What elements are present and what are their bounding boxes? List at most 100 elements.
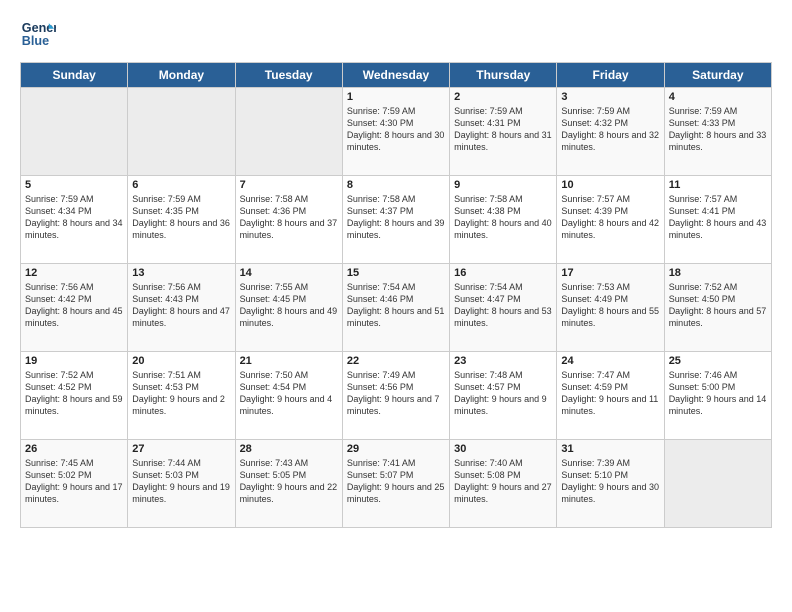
svg-text:Blue: Blue xyxy=(22,34,49,48)
day-number: 26 xyxy=(25,443,123,455)
calendar-cell: 6 Sunrise: 7:59 AMSunset: 4:35 PMDaylight… xyxy=(128,176,235,264)
calendar-cell: 19 Sunrise: 7:52 AMSunset: 4:52 PMDayligh… xyxy=(21,352,128,440)
calendar-cell: 10 Sunrise: 7:57 AMSunset: 4:39 PMDayligh… xyxy=(557,176,664,264)
calendar-cell: 7Sunrise: 7:58 AMSunset: 4:36 PMDaylight… xyxy=(235,176,342,264)
day-number: 13 xyxy=(132,267,230,279)
calendar-cell: 9 Sunrise: 7:58 AMSunset: 4:38 PMDaylight… xyxy=(450,176,557,264)
cell-content: Sunrise: 7:59 AMSunset: 4:32 PMDaylight:… xyxy=(561,105,659,154)
calendar-cell: 2 Sunrise: 7:59 AMSunset: 4:31 PMDaylight… xyxy=(450,88,557,176)
cell-content: Sunrise: 7:44 AMSunset: 5:03 PMDaylight:… xyxy=(132,457,230,506)
day-number: 25 xyxy=(669,355,767,367)
cell-content: Sunrise: 7:40 AMSunset: 5:08 PMDaylight:… xyxy=(454,457,552,506)
day-number: 16 xyxy=(454,267,552,279)
calendar-cell: 27 Sunrise: 7:44 AMSunset: 5:03 PMDayligh… xyxy=(128,440,235,528)
calendar-cell: 15Sunrise: 7:54 AMSunset: 4:46 PMDayligh… xyxy=(342,264,449,352)
cell-content: Sunrise: 7:45 AMSunset: 5:02 PMDaylight:… xyxy=(25,457,123,506)
day-number: 6 xyxy=(132,179,230,191)
calendar-cell: 13Sunrise: 7:56 AMSunset: 4:43 PMDayligh… xyxy=(128,264,235,352)
day-number: 1 xyxy=(347,91,445,103)
day-number: 30 xyxy=(454,443,552,455)
cell-content: Sunrise: 7:59 AMSunset: 4:30 PMDaylight:… xyxy=(347,105,445,154)
cell-content: Sunrise: 7:52 AMSunset: 4:50 PMDaylight:… xyxy=(669,281,767,330)
day-number: 17 xyxy=(561,267,659,279)
day-number: 12 xyxy=(25,267,123,279)
cell-content: Sunrise: 7:57 AMSunset: 4:41 PMDaylight:… xyxy=(669,193,767,242)
calendar-cell: 12 Sunrise: 7:56 AMSunset: 4:42 PMDayligh… xyxy=(21,264,128,352)
col-header-saturday: Saturday xyxy=(664,63,771,88)
calendar-cell: 26 Sunrise: 7:45 AMSunset: 5:02 PMDayligh… xyxy=(21,440,128,528)
cell-content: Sunrise: 7:53 AMSunset: 4:49 PMDaylight:… xyxy=(561,281,659,330)
calendar-cell: 11 Sunrise: 7:57 AMSunset: 4:41 PMDayligh… xyxy=(664,176,771,264)
cell-content: Sunrise: 7:59 AMSunset: 4:34 PMDaylight:… xyxy=(25,193,123,242)
calendar-week-4: 19 Sunrise: 7:52 AMSunset: 4:52 PMDayligh… xyxy=(21,352,772,440)
col-header-sunday: Sunday xyxy=(21,63,128,88)
day-number: 27 xyxy=(132,443,230,455)
calendar-cell xyxy=(235,88,342,176)
cell-content: Sunrise: 7:54 AMSunset: 4:47 PMDaylight:… xyxy=(454,281,552,330)
calendar-cell: 30 Sunrise: 7:40 AMSunset: 5:08 PMDayligh… xyxy=(450,440,557,528)
calendar-cell: 25 Sunrise: 7:46 AMSunset: 5:00 PMDayligh… xyxy=(664,352,771,440)
day-number: 20 xyxy=(132,355,230,367)
col-header-wednesday: Wednesday xyxy=(342,63,449,88)
calendar-cell: 14Sunrise: 7:55 AMSunset: 4:45 PMDayligh… xyxy=(235,264,342,352)
day-number: 4 xyxy=(669,91,767,103)
day-number: 2 xyxy=(454,91,552,103)
calendar-cell: 8 Sunrise: 7:58 AMSunset: 4:37 PMDaylight… xyxy=(342,176,449,264)
day-number: 5 xyxy=(25,179,123,191)
day-number: 11 xyxy=(669,179,767,191)
day-number: 10 xyxy=(561,179,659,191)
day-number: 22 xyxy=(347,355,445,367)
day-number: 21 xyxy=(240,355,338,367)
day-number: 28 xyxy=(240,443,338,455)
day-number: 9 xyxy=(454,179,552,191)
cell-content: Sunrise: 7:56 AMSunset: 4:42 PMDaylight:… xyxy=(25,281,123,330)
cell-content: Sunrise: 7:41 AMSunset: 5:07 PMDaylight:… xyxy=(347,457,445,506)
calendar-table: SundayMondayTuesdayWednesdayThursdayFrid… xyxy=(20,62,772,528)
calendar-cell: 3 Sunrise: 7:59 AMSunset: 4:32 PMDaylight… xyxy=(557,88,664,176)
cell-content: Sunrise: 7:46 AMSunset: 5:00 PMDaylight:… xyxy=(669,369,767,418)
calendar-cell: 29Sunrise: 7:41 AMSunset: 5:07 PMDayligh… xyxy=(342,440,449,528)
cell-content: Sunrise: 7:52 AMSunset: 4:52 PMDaylight:… xyxy=(25,369,123,418)
cell-content: Sunrise: 7:58 AMSunset: 4:37 PMDaylight:… xyxy=(347,193,445,242)
cell-content: Sunrise: 7:59 AMSunset: 4:35 PMDaylight:… xyxy=(132,193,230,242)
col-header-thursday: Thursday xyxy=(450,63,557,88)
calendar-week-5: 26 Sunrise: 7:45 AMSunset: 5:02 PMDayligh… xyxy=(21,440,772,528)
calendar-cell: 21 Sunrise: 7:50 AMSunset: 4:54 PMDayligh… xyxy=(235,352,342,440)
cell-content: Sunrise: 7:43 AMSunset: 5:05 PMDaylight:… xyxy=(240,457,338,506)
cell-content: Sunrise: 7:50 AMSunset: 4:54 PMDaylight:… xyxy=(240,369,338,418)
day-number: 23 xyxy=(454,355,552,367)
calendar-cell: 4Sunrise: 7:59 AMSunset: 4:33 PMDaylight… xyxy=(664,88,771,176)
calendar-cell: 5 Sunrise: 7:59 AMSunset: 4:34 PMDaylight… xyxy=(21,176,128,264)
cell-content: Sunrise: 7:58 AMSunset: 4:36 PMDaylight:… xyxy=(240,193,338,242)
calendar-cell: 1 Sunrise: 7:59 AMSunset: 4:30 PMDaylight… xyxy=(342,88,449,176)
day-number: 14 xyxy=(240,267,338,279)
calendar-cell xyxy=(21,88,128,176)
cell-content: Sunrise: 7:49 AMSunset: 4:56 PMDaylight:… xyxy=(347,369,445,418)
cell-content: Sunrise: 7:57 AMSunset: 4:39 PMDaylight:… xyxy=(561,193,659,242)
calendar-cell: 31 Sunrise: 7:39 AMSunset: 5:10 PMDayligh… xyxy=(557,440,664,528)
header: General Blue xyxy=(20,16,772,52)
day-number: 19 xyxy=(25,355,123,367)
cell-content: Sunrise: 7:59 AMSunset: 4:31 PMDaylight:… xyxy=(454,105,552,154)
calendar-cell: 18 Sunrise: 7:52 AMSunset: 4:50 PMDayligh… xyxy=(664,264,771,352)
calendar-cell: 28 Sunrise: 7:43 AMSunset: 5:05 PMDayligh… xyxy=(235,440,342,528)
day-number: 31 xyxy=(561,443,659,455)
day-number: 3 xyxy=(561,91,659,103)
calendar-cell: 23 Sunrise: 7:48 AMSunset: 4:57 PMDayligh… xyxy=(450,352,557,440)
calendar-cell: 20Sunrise: 7:51 AMSunset: 4:53 PMDayligh… xyxy=(128,352,235,440)
col-header-tuesday: Tuesday xyxy=(235,63,342,88)
calendar-cell xyxy=(664,440,771,528)
cell-content: Sunrise: 7:39 AMSunset: 5:10 PMDaylight:… xyxy=(561,457,659,506)
col-header-monday: Monday xyxy=(128,63,235,88)
day-number: 8 xyxy=(347,179,445,191)
day-number: 15 xyxy=(347,267,445,279)
logo: General Blue xyxy=(20,16,56,52)
col-header-friday: Friday xyxy=(557,63,664,88)
cell-content: Sunrise: 7:58 AMSunset: 4:38 PMDaylight:… xyxy=(454,193,552,242)
day-number: 18 xyxy=(669,267,767,279)
logo-icon: General Blue xyxy=(20,16,56,52)
page: General Blue SundayMondayTuesdayWednesda… xyxy=(0,0,792,538)
calendar-cell: 16 Sunrise: 7:54 AMSunset: 4:47 PMDayligh… xyxy=(450,264,557,352)
calendar-week-1: 1 Sunrise: 7:59 AMSunset: 4:30 PMDaylight… xyxy=(21,88,772,176)
cell-content: Sunrise: 7:48 AMSunset: 4:57 PMDaylight:… xyxy=(454,369,552,418)
